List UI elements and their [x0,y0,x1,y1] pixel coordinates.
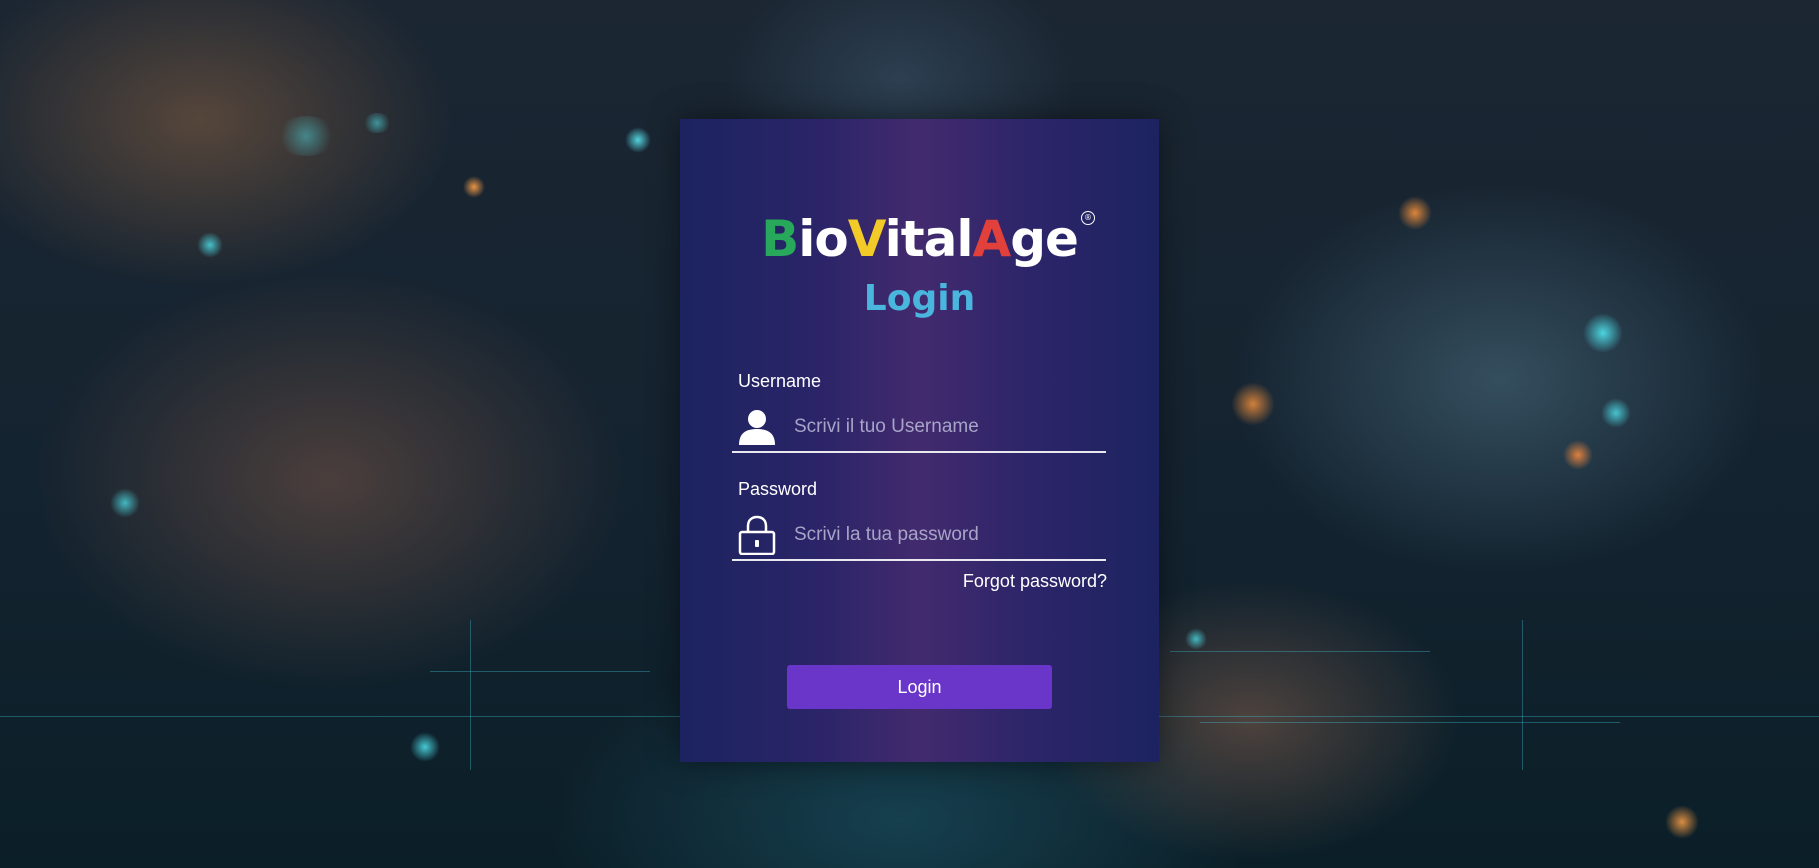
page-title: Login [863,278,976,319]
user-icon [736,407,778,447]
username-label: Username [738,371,822,391]
login-card: BioVitalAge ® Login Username Password Fo… [680,119,1159,762]
username-input[interactable] [792,409,1096,445]
lock-icon [736,515,778,556]
registered-mark: ® [1081,211,1095,225]
password-label: Password [738,479,818,499]
password-input[interactable] [792,517,1096,553]
forgot-password-link[interactable]: Forgot password? [963,571,1107,592]
username-field-row [732,401,1106,453]
password-field-row [732,509,1106,561]
login-button[interactable]: Login [787,665,1052,709]
